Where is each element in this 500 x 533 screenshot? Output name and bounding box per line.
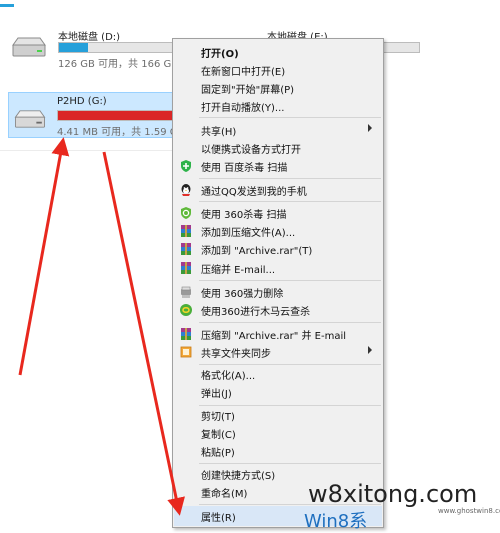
winrar-icon bbox=[181, 225, 191, 237]
menu-item-copy[interactable]: 复制(C) bbox=[174, 423, 382, 443]
drive-d[interactable]: 本地磁盘 (D:) 126 GB 可用，共 166 GB bbox=[10, 28, 180, 70]
menu-item-label: 在新窗口中打开(E) bbox=[201, 67, 286, 78]
menu-item-add-to-archive[interactable]: 添加到压缩文件(A)... bbox=[174, 221, 382, 241]
menu-item-label: 使用 360杀毒 扫描 bbox=[201, 210, 287, 221]
winrar-icon bbox=[181, 243, 191, 255]
menu-item-label: 弹出(J) bbox=[201, 389, 232, 400]
menu-item-qq-send[interactable]: 通过QQ发送到我的手机 bbox=[174, 180, 382, 200]
context-menu: 打开(O) 在新窗口中打开(E) 固定到"开始"屏幕(P) 打开自动播放(Y).… bbox=[172, 38, 384, 528]
menu-item-paste[interactable]: 粘贴(P) bbox=[174, 441, 382, 461]
red-arrow-up-icon bbox=[18, 137, 70, 376]
menu-item-label: 属性(R) bbox=[201, 513, 236, 524]
menu-item-cut[interactable]: 剪切(T) bbox=[174, 405, 382, 425]
drive-row-partial bbox=[0, 0, 160, 20]
winrar-icon bbox=[181, 262, 191, 274]
menu-item-label: 复制(C) bbox=[201, 430, 236, 441]
menu-item-label: 格式化(A)... bbox=[201, 371, 256, 382]
menu-item-open-as-portable[interactable]: 以便携式设备方式打开 bbox=[174, 138, 382, 158]
drive-g-selected[interactable]: P2HD (G:) 4.41 MB 可用，共 1.59 G bbox=[8, 92, 178, 138]
menu-item-label: 通过QQ发送到我的手机 bbox=[201, 187, 307, 198]
shield-icon bbox=[181, 160, 191, 172]
menu-item-360-scan[interactable]: 使用 360杀毒 扫描 bbox=[174, 203, 382, 223]
menu-item-eject[interactable]: 弹出(J) bbox=[174, 382, 382, 402]
menu-item-label: 使用 360强力删除 bbox=[201, 289, 284, 300]
menu-item-label: 剪切(T) bbox=[201, 412, 235, 423]
menu-item-label: 以便携式设备方式打开 bbox=[201, 145, 301, 156]
drive-name: 本地磁盘 (D:) bbox=[58, 32, 121, 43]
menu-item-format[interactable]: 格式化(A)... bbox=[174, 364, 382, 384]
drive-usage-bar bbox=[58, 42, 180, 53]
drive-space-info: 4.41 MB 可用，共 1.59 G bbox=[57, 127, 178, 138]
menu-item-label: 使用 百度杀毒 扫描 bbox=[201, 163, 288, 174]
menu-item-label: 压缩并 E-mail... bbox=[201, 265, 276, 276]
menu-item-360-trojan-scan[interactable]: 使用360进行木马云查杀 bbox=[174, 300, 382, 320]
menu-item-label: 打开自动播放(Y)... bbox=[201, 103, 285, 114]
menu-item-label: 共享文件夹同步 bbox=[201, 349, 271, 360]
hard-drive-icon bbox=[12, 37, 46, 57]
submenu-arrow-icon bbox=[368, 124, 372, 132]
menu-item-open-autoplay[interactable]: 打开自动播放(Y)... bbox=[174, 96, 382, 116]
menu-separator bbox=[199, 201, 381, 202]
shredder-icon bbox=[181, 286, 191, 298]
menu-item-pin-to-start[interactable]: 固定到"开始"屏幕(P) bbox=[174, 78, 382, 98]
menu-item-label: 打开(O) bbox=[201, 49, 239, 60]
360-shield-icon bbox=[181, 207, 191, 219]
menu-separator bbox=[199, 322, 381, 323]
menu-item-open[interactable]: 打开(O) bbox=[174, 42, 382, 62]
menu-separator bbox=[199, 178, 381, 179]
menu-item-label: 添加到压缩文件(A)... bbox=[201, 228, 296, 239]
drive-usage-bar-partial bbox=[0, 4, 14, 7]
menu-item-label: 共享(H) bbox=[201, 127, 237, 138]
menu-item-360-force-delete[interactable]: 使用 360强力删除 bbox=[174, 282, 382, 302]
row-divider bbox=[0, 150, 176, 151]
sync-folder-icon bbox=[180, 346, 192, 358]
qq-penguin-icon bbox=[181, 184, 191, 196]
menu-item-compress-to-rar-email[interactable]: 压缩到 "Archive.rar" 并 E-mail bbox=[174, 324, 382, 344]
watermark-win8-text: Win8系 bbox=[304, 511, 368, 532]
drive-usage-fill bbox=[58, 111, 175, 120]
red-arrow-down-icon bbox=[102, 151, 185, 516]
drive-space-info: 126 GB 可用，共 166 GB bbox=[58, 59, 179, 70]
menu-item-label: 压缩到 "Archive.rar" 并 E-mail bbox=[201, 331, 347, 342]
menu-item-compress-email[interactable]: 压缩并 E-mail... bbox=[174, 258, 382, 278]
360-guard-icon bbox=[180, 304, 192, 316]
winrar-icon bbox=[181, 328, 191, 340]
menu-item-label: 添加到 "Archive.rar"(T) bbox=[201, 246, 313, 257]
menu-item-label: 粘贴(P) bbox=[201, 448, 235, 459]
menu-item-label: 创建快捷方式(S) bbox=[201, 471, 276, 482]
menu-item-share[interactable]: 共享(H) bbox=[174, 120, 382, 140]
watermark-text: w8xitong.com bbox=[308, 480, 478, 508]
drive-name: P2HD (G:) bbox=[57, 96, 107, 107]
watermark-url: www.ghostwin8.com bbox=[438, 507, 500, 515]
menu-item-label: 使用360进行木马云查杀 bbox=[201, 307, 311, 318]
menu-item-label: 固定到"开始"屏幕(P) bbox=[201, 85, 295, 96]
drive-usage-bar bbox=[57, 110, 177, 121]
menu-separator bbox=[199, 280, 381, 281]
menu-item-shared-folder-sync[interactable]: 共享文件夹同步 bbox=[174, 342, 382, 362]
drive-usage-fill bbox=[59, 43, 88, 52]
menu-separator bbox=[199, 117, 381, 118]
menu-item-open-new-window[interactable]: 在新窗口中打开(E) bbox=[174, 60, 382, 80]
menu-item-label: 重命名(M) bbox=[201, 489, 248, 500]
submenu-arrow-icon bbox=[368, 346, 372, 354]
menu-item-add-to-archive-rar[interactable]: 添加到 "Archive.rar"(T) bbox=[174, 239, 382, 259]
menu-item-baidu-scan[interactable]: 使用 百度杀毒 扫描 bbox=[174, 156, 382, 176]
usb-drive-icon bbox=[14, 110, 46, 128]
watermark: w8xitong.com Win8系 www.ghostwin8.com bbox=[300, 478, 500, 532]
